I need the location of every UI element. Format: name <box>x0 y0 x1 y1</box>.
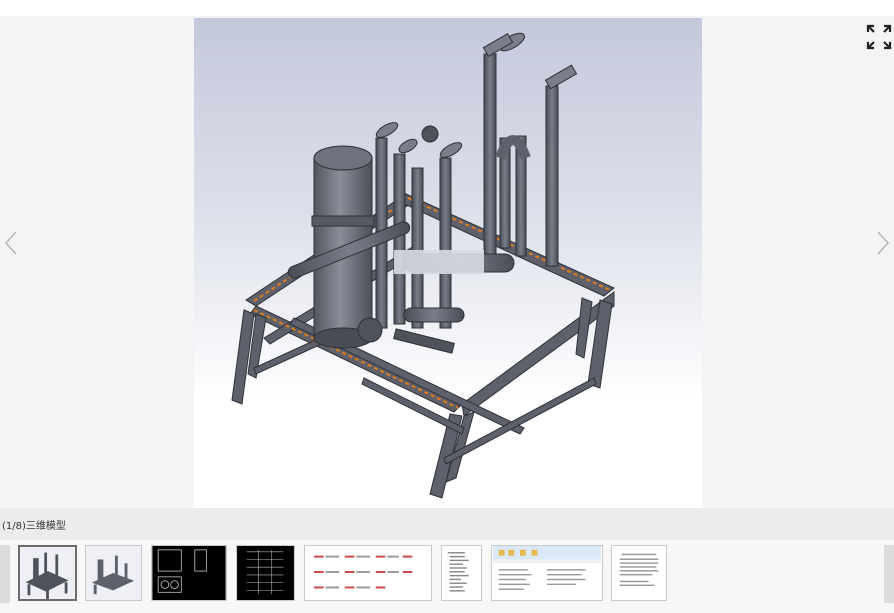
image-caption: (1/8)三维模型 <box>2 521 66 532</box>
thumbnail-4[interactable] <box>236 545 295 601</box>
thumbnail-7[interactable] <box>491 545 603 601</box>
thumbnail-strip <box>0 540 894 613</box>
chevron-right-icon <box>877 231 890 255</box>
thumbnail-5[interactable] <box>304 545 432 601</box>
thumbnail-3d-model-image <box>20 547 75 599</box>
chevron-left-icon <box>4 231 17 255</box>
thumbnail-document-list-image <box>442 546 481 600</box>
thumbnail-2[interactable] <box>85 545 142 601</box>
3d-model-render <box>231 32 615 499</box>
thumbnail-document-page-image <box>612 546 666 600</box>
expand-icon <box>866 24 892 50</box>
caption-bar: (1/8)三维模型 <box>0 508 894 540</box>
thumbnail-6[interactable] <box>441 545 482 601</box>
top-bar <box>0 0 894 16</box>
fullscreen-button[interactable] <box>866 24 892 50</box>
thumbnail-scroll-left-button[interactable] <box>0 545 10 603</box>
thumbnail-1[interactable] <box>18 545 77 601</box>
thumbnail-file-explorer-image <box>493 546 601 600</box>
thumbnail-3d-model-alt-image <box>86 546 141 600</box>
thumbnail-8[interactable] <box>611 545 667 601</box>
main-image <box>194 18 702 508</box>
next-image-button[interactable] <box>872 228 892 258</box>
image-viewer <box>0 16 894 508</box>
previous-image-button[interactable] <box>2 228 22 258</box>
thumbnail-scroll-right-button[interactable] <box>884 545 894 603</box>
thumbnail-3[interactable] <box>151 545 227 601</box>
thumbnail-cad-table-image <box>237 546 294 600</box>
thumbnail-parts-list-image <box>306 546 430 600</box>
thumbnail-cad-drawing-image <box>152 546 226 600</box>
